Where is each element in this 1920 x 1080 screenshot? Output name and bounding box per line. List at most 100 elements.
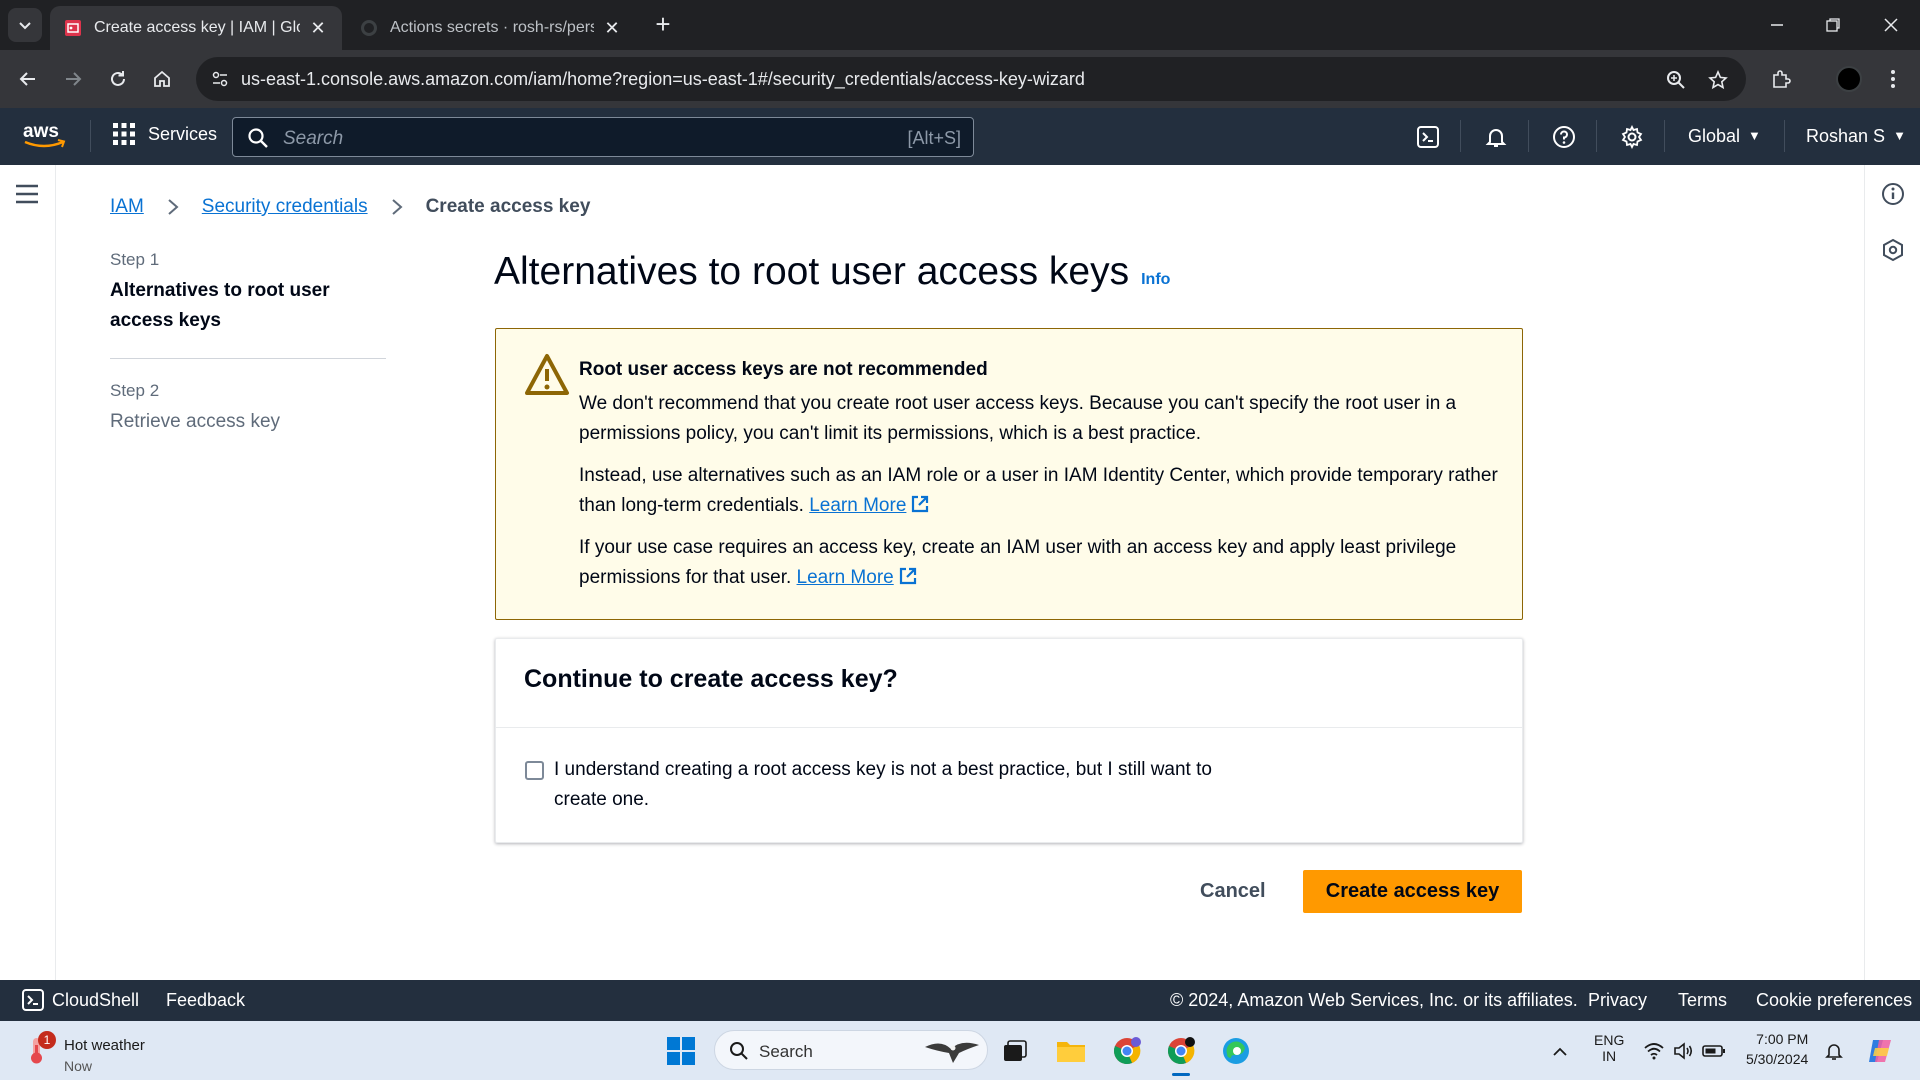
search-input[interactable]: Search [Alt+S] (232, 117, 974, 157)
new-tab-icon[interactable]: + (650, 11, 676, 38)
clock-time: 7:00 PM (1756, 1031, 1809, 1047)
wizard-step-1: Step 1 Alternatives to root user access … (110, 250, 386, 336)
clock[interactable]: 7:00 PM 5/30/2024 (1746, 1031, 1808, 1067)
chevron-right-icon (168, 199, 179, 215)
nav-divider (90, 120, 91, 152)
chrome-active-icon[interactable] (1163, 1033, 1199, 1069)
info-panel-icon[interactable] (1881, 182, 1905, 206)
url-text: us-east-1.console.aws.amazon.com/iam/hom… (241, 69, 1085, 89)
learn-more-link[interactable]: Learn More (797, 567, 918, 588)
terms-link[interactable]: Terms (1678, 990, 1727, 1011)
active-app-indicator (1172, 1073, 1190, 1076)
learn-more-link[interactable]: Learn More (809, 495, 930, 516)
divider (496, 727, 1522, 728)
search-placeholder: Search (283, 128, 344, 149)
notification-badge: 1 (38, 1031, 56, 1049)
alert-paragraph: We don't recommend that you create root … (579, 393, 1457, 444)
language-indicator[interactable]: ENG IN (1594, 1032, 1624, 1064)
console-footer: CloudShell Feedback © 2024, Amazon Web S… (0, 980, 1920, 1021)
step-title: Retrieve access key (110, 411, 281, 432)
chevron-down-icon (19, 22, 31, 30)
weather-title: Hot weather (64, 1037, 145, 1054)
cloudshell-link[interactable]: CloudShell (52, 990, 139, 1011)
acknowledge-checkbox-label[interactable]: I understand creating a root access key … (554, 755, 1254, 815)
home-icon[interactable] (148, 65, 176, 93)
bookmark-star-icon[interactable] (1705, 67, 1731, 93)
caret-down-icon: ▼ (1893, 128, 1906, 143)
link-label: Learn More (796, 567, 894, 588)
link-label: Learn More (809, 495, 907, 516)
browser-tab[interactable]: Actions secrets · rosh-rs/person ✕ (346, 6, 636, 50)
step-number: Step 1 (110, 250, 160, 269)
cloudshell-icon[interactable] (1414, 123, 1442, 151)
copyright-text: © 2024, Amazon Web Services, Inc. or its… (1170, 990, 1578, 1010)
step-title: Alternatives to root user access keys (110, 280, 330, 331)
restore-icon[interactable] (1818, 10, 1848, 40)
page-title: Alternatives to root user access keys (494, 250, 1130, 293)
close-window-icon[interactable] (1876, 10, 1906, 40)
reload-icon[interactable] (104, 65, 132, 93)
chrome-profile-icon[interactable] (1109, 1033, 1145, 1069)
forward-icon[interactable] (59, 65, 87, 93)
step-divider (110, 358, 386, 359)
windows-start-icon[interactable] (663, 1033, 699, 1069)
privacy-link[interactable]: Privacy (1588, 990, 1647, 1011)
breadcrumb-current: Create access key (425, 196, 591, 217)
acknowledge-checkbox[interactable] (525, 761, 544, 780)
aws-logo[interactable]: aws (22, 120, 68, 152)
breadcrumb-link-security-credentials[interactable]: Security credentials (202, 196, 368, 218)
breadcrumb-link-iam[interactable]: IAM (110, 196, 144, 218)
cookie-preferences-link[interactable]: Cookie preferences (1756, 990, 1912, 1011)
hamburger-menu-icon[interactable] (14, 183, 40, 205)
info-link[interactable]: Info (1141, 271, 1170, 289)
services-label: Services (148, 123, 218, 144)
browser-tab-active[interactable]: Create access key | IAM | Global ✕ (50, 6, 342, 50)
close-tab-icon[interactable]: ✕ (308, 18, 328, 38)
help-icon[interactable] (1550, 123, 1578, 151)
alert-text: Instead, use alternatives such as an IAM… (579, 465, 1498, 516)
gear-icon[interactable] (1618, 123, 1646, 151)
cancel-button[interactable]: Cancel (1192, 872, 1274, 911)
site-settings-icon[interactable] (206, 65, 234, 93)
zoom-icon[interactable] (1663, 67, 1689, 93)
chevron-up-icon[interactable] (1542, 1033, 1578, 1069)
edge-icon[interactable] (1218, 1033, 1254, 1069)
nav-divider (1528, 120, 1529, 152)
copilot-icon[interactable] (1862, 1033, 1898, 1069)
weather-subtitle: Now (64, 1058, 93, 1074)
os-taskbar: 1 Hot weather Now Search ENG IN 7:00 PM … (0, 1021, 1920, 1080)
minimize-icon[interactable] (1762, 10, 1792, 40)
address-bar[interactable]: us-east-1.console.aws.amazon.com/iam/hom… (196, 57, 1746, 101)
task-view-icon[interactable] (997, 1033, 1033, 1069)
back-icon[interactable] (14, 65, 42, 93)
file-explorer-icon[interactable] (1053, 1033, 1089, 1069)
tab-search-button[interactable] (8, 8, 42, 42)
battery-icon[interactable] (1696, 1033, 1732, 1069)
browser-menu-icon[interactable] (1880, 66, 1906, 92)
services-menu[interactable]: Services (112, 122, 217, 146)
profile-avatar[interactable] (1836, 66, 1862, 92)
create-access-key-button[interactable]: Create access key (1303, 870, 1522, 913)
right-tools-rail (1864, 165, 1920, 980)
tab-title: Create access key | IAM | Global (94, 19, 300, 36)
search-shortcut: [Alt+S] (907, 128, 961, 148)
browser-toolbar: us-east-1.console.aws.amazon.com/iam/hom… (0, 50, 1920, 108)
notifications-bell-icon[interactable] (1816, 1033, 1852, 1069)
account-menu[interactable]: Roshan S ▼ (1806, 126, 1906, 147)
alert-body: Root user access keys are not recommende… (579, 355, 1499, 605)
external-link-icon (912, 495, 929, 513)
feedback-link[interactable]: Feedback (166, 990, 245, 1011)
extensions-icon[interactable] (1768, 66, 1794, 92)
browser-tab-bar: Create access key | IAM | Global ✕ Actio… (0, 0, 1920, 50)
chevron-right-icon (391, 199, 403, 215)
region-selector[interactable]: Global ▼ (1688, 126, 1761, 147)
warning-alert: Root user access keys are not recommende… (495, 328, 1523, 620)
wizard-step-2: Step 2 Retrieve access key (110, 381, 386, 437)
clock-date: 5/30/2024 (1746, 1051, 1809, 1067)
close-tab-icon[interactable]: ✕ (602, 18, 622, 38)
aws-logo-icon: aws (23, 121, 66, 148)
taskbar-search[interactable]: Search (714, 1030, 988, 1070)
tutorials-icon[interactable] (1881, 238, 1905, 262)
cloudshell-icon[interactable] (22, 989, 44, 1011)
bell-icon[interactable] (1482, 123, 1510, 151)
